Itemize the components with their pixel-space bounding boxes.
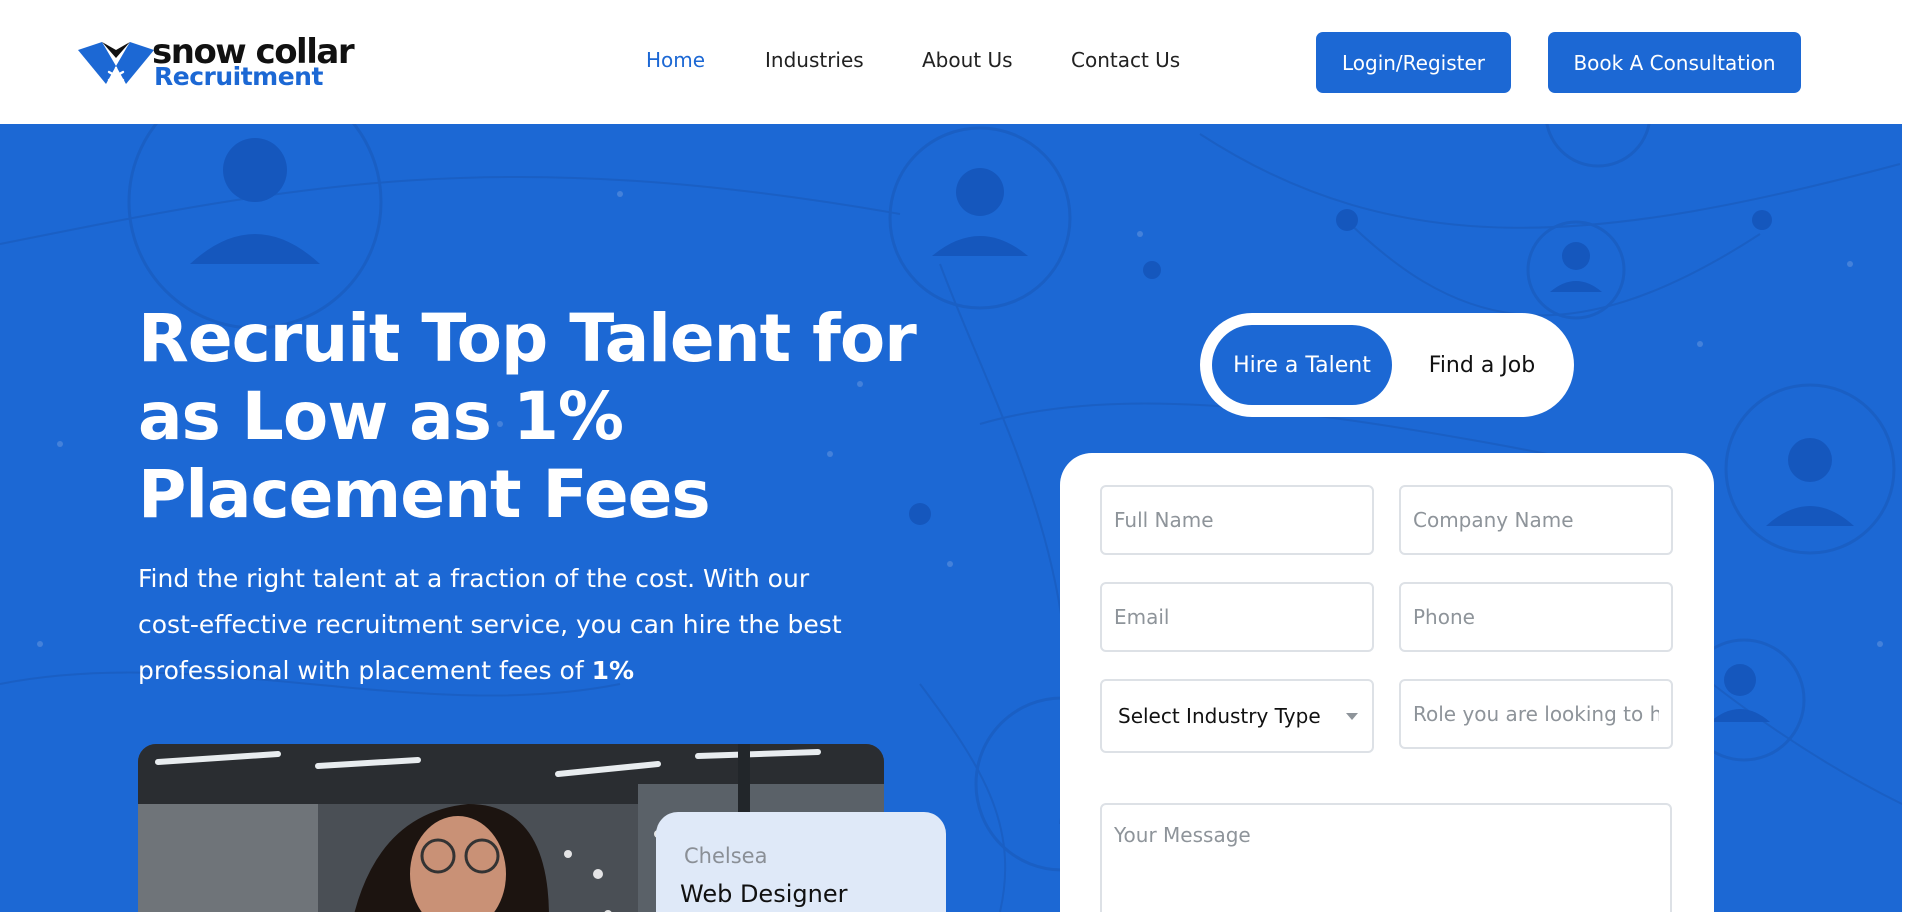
person-role: Web Designer — [680, 880, 848, 908]
find-job-tab[interactable]: Find a Job — [1400, 325, 1564, 405]
nav-about-us[interactable]: About Us — [922, 48, 1013, 72]
hero-headline: Recruit Top Talent for as Low as 1% Plac… — [138, 300, 917, 534]
snowflake-collar-icon — [78, 42, 154, 86]
book-consultation-button[interactable]: Book A Consultation — [1548, 32, 1801, 93]
full-name-field[interactable] — [1100, 485, 1374, 555]
message-field[interactable] — [1100, 803, 1672, 912]
site-header: snow collar Recruitment Home Industries … — [0, 0, 1902, 124]
hero-section: Recruit Top Talent for as Low as 1% Plac… — [0, 124, 1902, 912]
subtext-line-1: Find the right talent at a fraction of t… — [138, 564, 810, 593]
headline-line-2: as Low as 1% — [138, 378, 624, 455]
role-field[interactable] — [1399, 679, 1673, 749]
person-name: Chelsea — [684, 844, 768, 868]
email-field[interactable] — [1100, 582, 1374, 652]
company-name-field[interactable] — [1399, 485, 1673, 555]
brand-subname: Recruitment — [154, 62, 323, 91]
login-register-button[interactable]: Login/Register — [1316, 32, 1511, 93]
nav-industries[interactable]: Industries — [765, 48, 864, 72]
industry-type-select[interactable]: Select Industry Type — [1100, 679, 1374, 753]
chevron-down-icon — [1346, 713, 1358, 720]
subtext-line-3: professional with placement fees of 1% — [138, 648, 898, 694]
headline-line-3: Placement Fees — [138, 456, 711, 533]
headline-line-1: Recruit Top Talent for — [138, 300, 917, 377]
industry-select-value: Select Industry Type — [1118, 704, 1321, 728]
nav-home[interactable]: Home — [646, 48, 705, 72]
phone-field[interactable] — [1399, 582, 1673, 652]
person-card: Chelsea Web Designer — [656, 812, 946, 912]
fee-highlight: 1% — [591, 656, 635, 685]
hire-talent-form: Select Industry Type — [1060, 453, 1714, 912]
nav-contact-us[interactable]: Contact Us — [1071, 48, 1180, 72]
mode-toggle: Hire a Talent Find a Job — [1200, 313, 1574, 417]
brand-logo[interactable]: snow collar Recruitment — [76, 32, 356, 92]
subtext-line-2: cost-effective recruitment service, you … — [138, 610, 842, 639]
subtext-line-3-text: professional with placement fees of — [138, 656, 592, 685]
hire-talent-tab[interactable]: Hire a Talent — [1212, 325, 1392, 405]
hero-subtext: Find the right talent at a fraction of t… — [138, 556, 898, 694]
